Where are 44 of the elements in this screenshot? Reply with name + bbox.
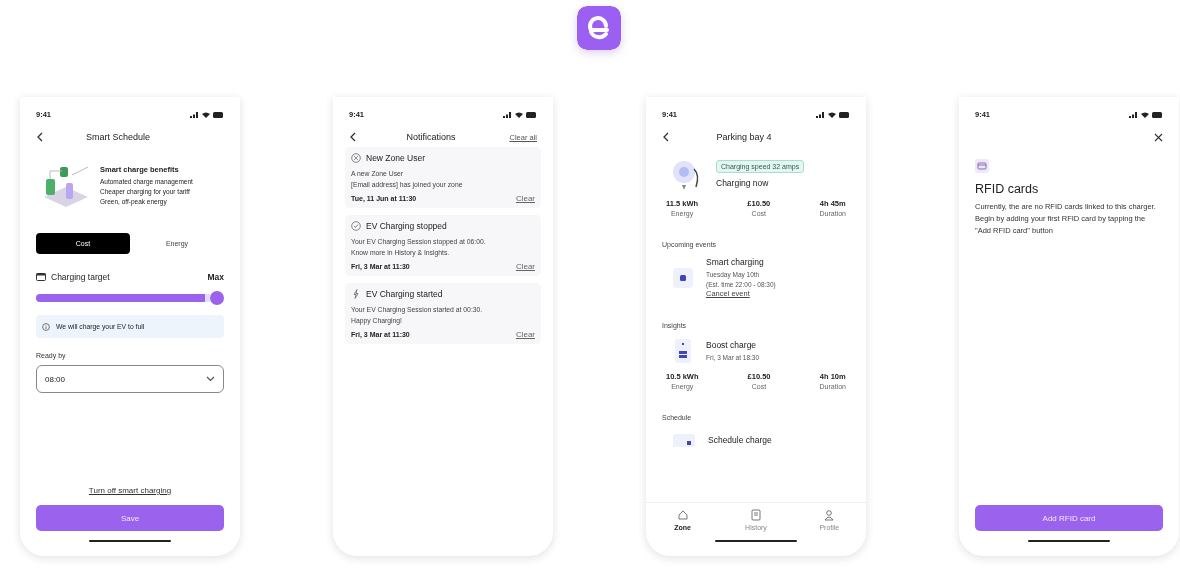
calendar-drawing: [672, 433, 696, 447]
clear-link[interactable]: Clear: [515, 194, 535, 203]
target-value: Max: [207, 272, 224, 282]
add-rfid-card-button[interactable]: Add RFID card: [975, 505, 1163, 531]
check-icon: [351, 221, 361, 231]
signal-icon: [816, 111, 825, 118]
app-logo: [576, 6, 621, 50]
wifi-icon: [828, 111, 836, 118]
clear-link[interactable]: Clear: [515, 330, 535, 339]
bolt-icon: [351, 289, 361, 299]
signal-icon: [1129, 111, 1138, 118]
event-title: Smart charging: [706, 257, 765, 267]
screen-title: Parking bay 4: [715, 132, 773, 142]
charging-status: Charging now: [716, 178, 770, 188]
screen-title: Smart Schedule: [84, 132, 151, 142]
card-icon: [975, 159, 989, 173]
notification-title: EV Charging stopped: [366, 221, 447, 231]
time-dropdown[interactable]: 08:00: [36, 365, 224, 393]
event-icon: [672, 266, 694, 289]
turn-off-link[interactable]: Turn off smart charging: [88, 486, 172, 495]
clear-link[interactable]: Clear: [515, 262, 535, 271]
back-icon[interactable]: [36, 132, 44, 142]
save-button[interactable]: Save: [36, 505, 224, 531]
signal-icon: [503, 111, 512, 118]
info-icon: [42, 322, 50, 331]
slider-thumb[interactable]: [210, 291, 224, 305]
close-icon[interactable]: [1154, 132, 1163, 142]
wifi-icon: [515, 111, 523, 118]
wifi-icon: [1141, 111, 1149, 118]
notification-title: EV Charging started: [366, 289, 443, 299]
wifi-icon: [202, 111, 210, 118]
charging-target-label: Charging target: [51, 272, 110, 282]
signal-icon: [190, 111, 199, 118]
screen-title: RFID cards: [975, 182, 1040, 196]
battery-drawing: [672, 338, 694, 364]
schedule-title: Schedule charge: [708, 435, 772, 445]
home-icon: [676, 509, 689, 521]
notification-title: New Zone User: [366, 153, 426, 163]
screen-title: Notifications: [405, 132, 457, 142]
chevron-down-icon: [206, 376, 215, 382]
receipt-icon: [750, 509, 762, 521]
back-icon[interactable]: [662, 132, 670, 142]
insight-title: Boost charge: [706, 339, 758, 350]
back-icon[interactable]: [349, 132, 357, 142]
